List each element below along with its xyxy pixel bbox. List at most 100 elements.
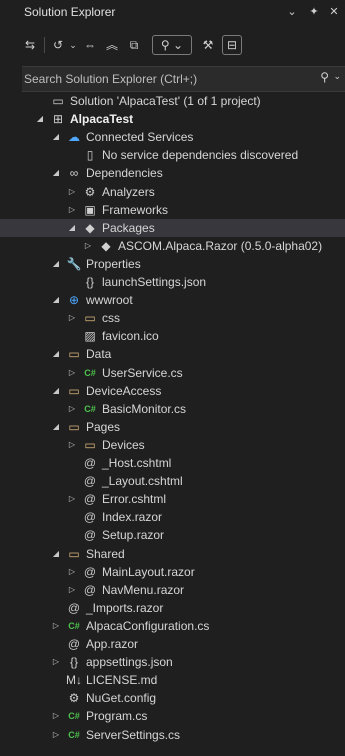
expanded-chevron-icon[interactable]: ◢: [50, 545, 62, 563]
tree-item[interactable]: ◢ ▭ Shared: [0, 545, 345, 563]
razor-icon: @: [67, 601, 81, 615]
expanded-chevron-icon[interactable]: ◢: [50, 255, 62, 273]
globe-icon: ⊕: [68, 293, 80, 307]
markdown-icon: M↓: [66, 673, 82, 687]
properties-icon[interactable]: ⚒: [200, 36, 216, 54]
history-dropdown-icon[interactable]: ⌄: [68, 36, 78, 54]
tree-item-label: Setup.razor: [102, 528, 165, 542]
search-options-chevron-icon[interactable]: ⌄: [333, 71, 341, 82]
expanded-chevron-icon[interactable]: ◢: [50, 128, 62, 146]
history-icon[interactable]: ↺: [50, 36, 66, 54]
tree-item[interactable]: ▷ @ NavMenu.razor: [0, 581, 345, 599]
collapsed-chevron-icon[interactable]: ▷: [66, 581, 78, 599]
switch-views-icon[interactable]: ⇆: [22, 36, 38, 54]
tree-item[interactable]: ▷ C# UserService.cs: [0, 364, 345, 382]
tree-item[interactable]: ◢ ◆ Packages: [0, 219, 345, 237]
tree-item-label: _Imports.razor: [86, 601, 164, 615]
search-box[interactable]: Search Solution Explorer (Ctrl+;) ⚲ ⌄: [22, 66, 345, 92]
expanded-chevron-icon[interactable]: ◢: [50, 164, 62, 182]
tree-item[interactable]: ▨ favicon.ico: [0, 327, 345, 345]
tree-item-label: favicon.ico: [102, 329, 159, 343]
folder-icon: ▭: [68, 547, 80, 561]
csharp-icon: C#: [84, 404, 96, 414]
tree-item[interactable]: ▷ ◆ ASCOM.Alpaca.Razor (0.5.0-alpha02): [0, 237, 345, 255]
tree-item[interactable]: ▷ @ MainLayout.razor: [0, 563, 345, 581]
expanded-chevron-icon[interactable]: ◢: [34, 110, 46, 128]
tree-item[interactable]: @ _Layout.cshtml: [0, 472, 345, 490]
tree-item[interactable]: @ _Imports.razor: [0, 599, 345, 617]
tree-item[interactable]: ▷ ▭ css: [0, 309, 345, 327]
collapsed-chevron-icon[interactable]: ▷: [50, 726, 62, 744]
tree-item[interactable]: ◢ ▭ Data: [0, 345, 345, 363]
pin-icon[interactable]: ✦: [306, 4, 322, 20]
csharp-icon: C#: [68, 621, 80, 631]
collapsed-chevron-icon[interactable]: ▷: [66, 183, 78, 201]
tree-item[interactable]: @ Setup.razor: [0, 526, 345, 544]
search-icon[interactable]: ⚲: [320, 70, 329, 84]
expanded-chevron-icon[interactable]: ◢: [50, 291, 62, 309]
collapsed-chevron-icon[interactable]: ▷: [66, 400, 78, 418]
collapsed-chevron-icon[interactable]: ▷: [82, 237, 94, 255]
tree-item[interactable]: @ _Host.cshtml: [0, 454, 345, 472]
tree-item[interactable]: ◢ ☁ Connected Services: [0, 128, 345, 146]
tree-item[interactable]: ▷ C# BasicMonitor.cs: [0, 400, 345, 418]
tree-item[interactable]: ◢ ∞ Dependencies: [0, 164, 345, 182]
tree-item[interactable]: ◢ ▭ Pages: [0, 418, 345, 436]
json-icon: {}: [69, 655, 78, 669]
razor-icon: @: [83, 528, 97, 542]
tree-item-label: Program.cs: [86, 709, 148, 723]
tree-item-label: Connected Services: [86, 130, 194, 144]
pending-changes-filter-button[interactable]: ⚲ ⌄: [152, 35, 192, 55]
tree-item[interactable]: @ Index.razor: [0, 508, 345, 526]
csharp-icon: C#: [68, 730, 80, 740]
tree-item[interactable]: ▷ @ Error.cshtml: [0, 490, 345, 508]
razor-icon: @: [83, 474, 97, 488]
tree-item[interactable]: @ App.razor: [0, 635, 345, 653]
tree-item[interactable]: ▷ ▣ Frameworks: [0, 201, 345, 219]
expanded-chevron-icon[interactable]: ◢: [66, 219, 78, 237]
expanded-chevron-icon[interactable]: ◢: [50, 345, 62, 363]
close-icon[interactable]: ✕: [326, 4, 342, 20]
tree-item[interactable]: ▷ {} appsettings.json: [0, 653, 345, 671]
collapsed-chevron-icon[interactable]: ▷: [66, 563, 78, 581]
copy-icon[interactable]: ⧉: [126, 36, 142, 54]
tree-item[interactable]: ◢ ⊕ wwwroot: [0, 291, 345, 309]
expanded-chevron-icon[interactable]: ◢: [50, 418, 62, 436]
packages-icon: ◆: [85, 221, 95, 235]
tree-item-label: Packages: [102, 221, 155, 235]
preview-selected-items-button[interactable]: ⊟: [222, 35, 242, 55]
tree-item[interactable]: M↓ LICENSE.md: [0, 671, 345, 689]
collapse-all-icon[interactable]: ︽: [104, 36, 120, 54]
toolbar: ⇆ ↺ ⌄ ⇔ ︽ ⧉ ⚲ ⌄ ⚒ ⊟: [0, 24, 345, 66]
tree-item[interactable]: ▷ C# Program.cs: [0, 707, 345, 725]
tree-item[interactable]: ▷ C# AlpacaConfiguration.cs: [0, 617, 345, 635]
tree-item[interactable]: ◢ ⊞ AlpacaTest: [0, 110, 345, 128]
collapsed-chevron-icon[interactable]: ▷: [66, 490, 78, 508]
collapsed-chevron-icon[interactable]: ▷: [66, 436, 78, 454]
razor-icon: @: [67, 637, 81, 651]
tree-item-label: Data: [86, 347, 112, 361]
collapsed-chevron-icon[interactable]: ▷: [66, 364, 78, 382]
collapsed-chevron-icon[interactable]: ▷: [50, 707, 62, 725]
tree-item[interactable]: {} launchSettings.json: [0, 273, 345, 291]
tree-item[interactable]: ▷ ▭ Devices: [0, 436, 345, 454]
collapsed-chevron-icon[interactable]: ▷: [66, 309, 78, 327]
razor-icon: @: [83, 456, 97, 470]
collapsed-chevron-icon[interactable]: ▷: [66, 201, 78, 219]
dependencies-icon: ∞: [69, 166, 79, 180]
expanded-chevron-icon[interactable]: ◢: [50, 382, 62, 400]
collapsed-chevron-icon[interactable]: ▷: [50, 617, 62, 635]
chevron-down-icon[interactable]: ⌄: [284, 4, 300, 20]
tree-item[interactable]: ▯ No service dependencies discovered: [0, 146, 345, 164]
tree-item[interactable]: ⚙ NuGet.config: [0, 689, 345, 707]
connected-services-icon: ☁: [68, 130, 80, 144]
tree-item-label: NavMenu.razor: [102, 583, 185, 597]
tree-item[interactable]: ◢ 🔧 Properties: [0, 255, 345, 273]
collapsed-chevron-icon[interactable]: ▷: [50, 653, 62, 671]
tree-item[interactable]: ▭ Solution 'AlpacaTest' (1 of 1 project): [0, 92, 345, 110]
tree-item[interactable]: ▷ ⚙ Analyzers: [0, 183, 345, 201]
tree-item[interactable]: ◢ ▭ DeviceAccess: [0, 382, 345, 400]
tree-item-label: BasicMonitor.cs: [102, 402, 187, 416]
tree-item[interactable]: ▷ C# ServerSettings.cs: [0, 726, 345, 744]
sync-icon[interactable]: ⇔: [82, 36, 98, 54]
